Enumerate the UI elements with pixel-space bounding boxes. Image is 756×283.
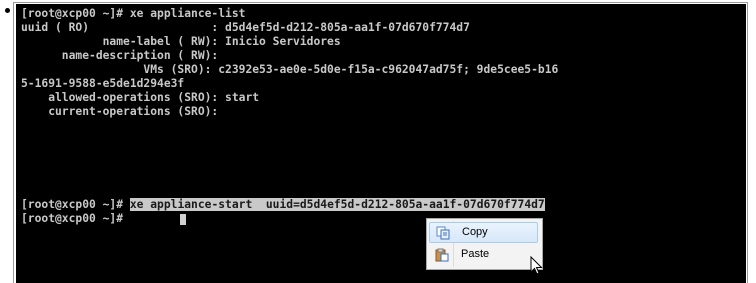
selected-command[interactable]: xe appliance-start uuid=d5d4ef5d-d212-80… [129,198,545,211]
mouse-pointer-icon [530,256,543,275]
terminal-line: uuid ( RO) : d5d4ef5d-d212-805a-aa1f-07d… [21,21,470,34]
list-bullet [5,8,10,13]
prompt-line: [root@xcp00 ~]# xe appliance-start uuid=… [21,198,545,212]
terminal-line: name-label ( RW): Inicio Servidores [21,35,341,48]
menu-item-label: Copy [462,226,488,238]
terminal-line: current-operations (SRO): [21,105,219,118]
terminal-cursor [180,214,186,225]
paste-icon [435,248,449,262]
terminal-line: [root@xcp00 ~]# xe appliance-list [21,7,246,20]
menu-item-paste[interactable]: Paste [429,245,538,266]
prompt: [root@xcp00 ~]# [21,212,124,225]
terminal-line: VMs (SRO): c2392e53-ae0e-5d0e-f15a-c9620… [21,63,559,76]
copy-icon [436,226,450,240]
menu-item-label: Paste [461,248,490,260]
terminal-line: name-description ( RW): [21,49,219,62]
prompt-line-2: [root@xcp00 ~]# [21,212,123,226]
terminal-window[interactable]: [root@xcp00 ~]# xe appliance-list uuid (… [16,4,746,283]
prompt: [root@xcp00 ~]# [21,198,124,211]
menu-item-copy[interactable]: Copy [429,222,538,243]
terminal-line: allowed-operations (SRO): start [21,91,260,104]
terminal-line: 5-1691-9588-e5de1d294e3f [21,77,185,90]
context-menu: Copy Paste [426,218,543,270]
